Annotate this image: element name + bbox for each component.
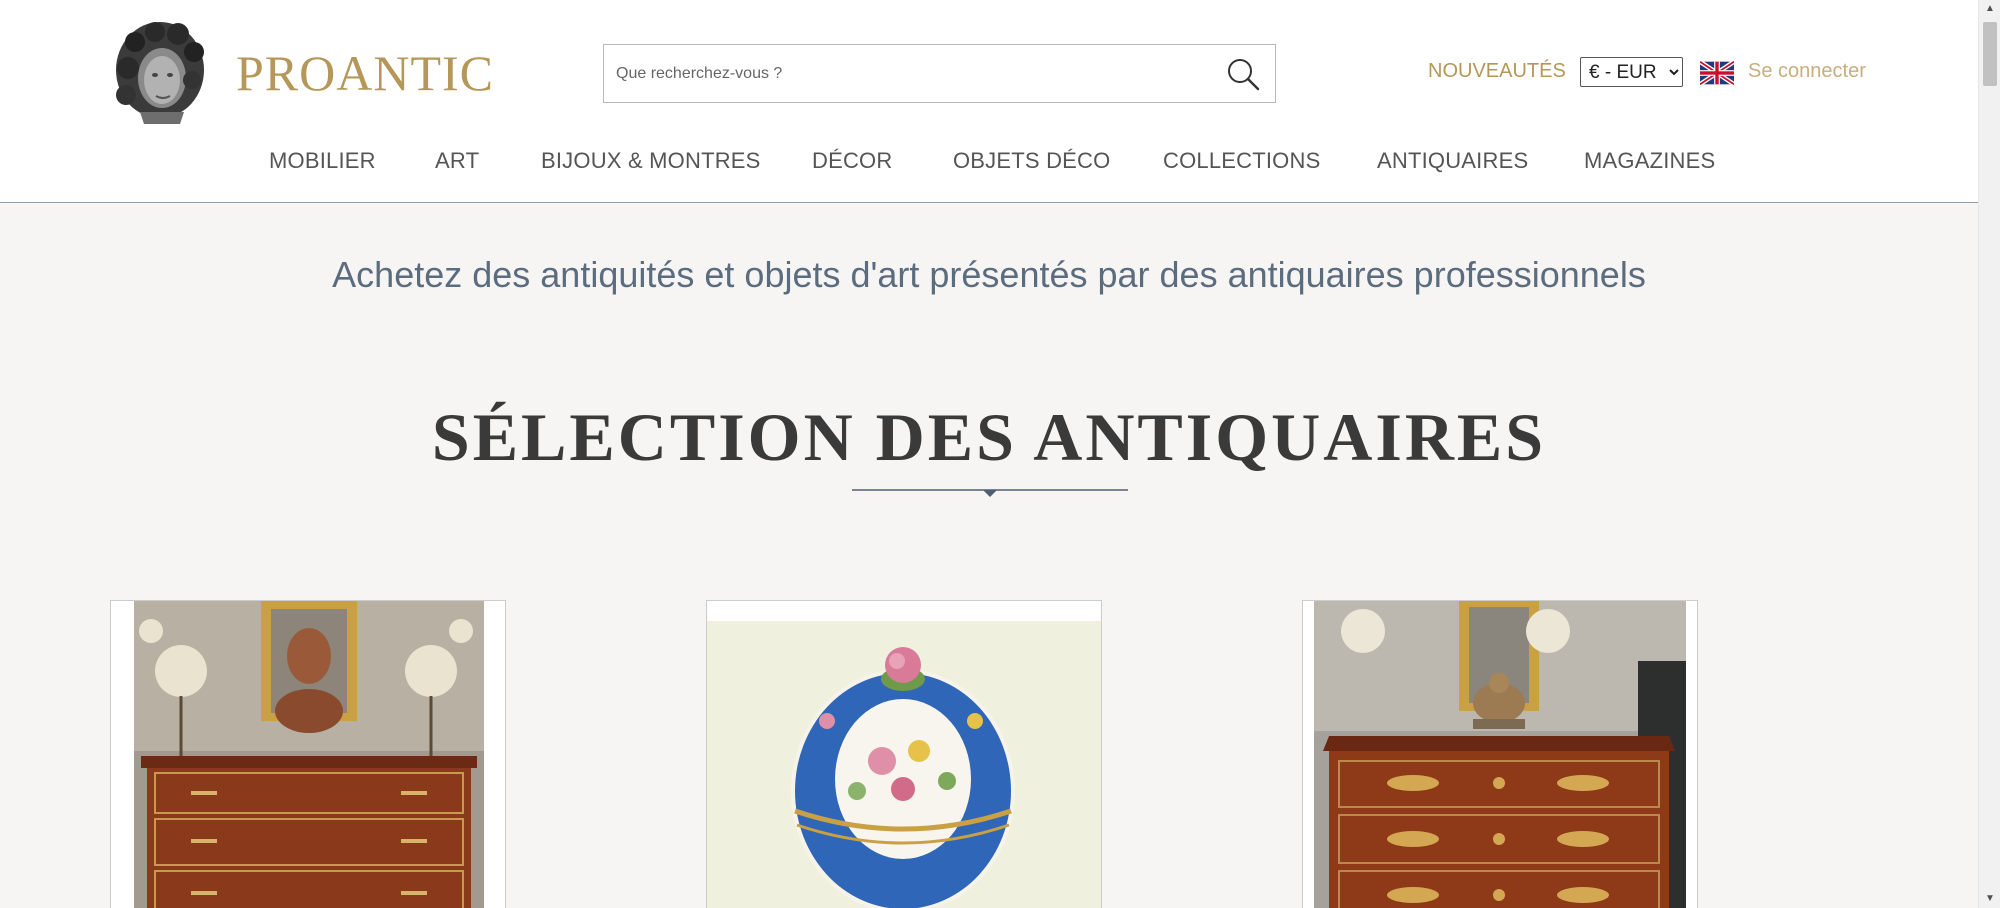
nav-item-collections[interactable]: COLLECTIONS [1163, 148, 1320, 174]
product-card[interactable] [706, 600, 1102, 908]
scroll-down-icon[interactable]: ▼ [1979, 890, 2000, 908]
scroll-up-icon[interactable]: ▲ [1979, 0, 2000, 18]
page-scrollbar[interactable]: ▲ ▼ [1978, 0, 2000, 908]
main-nav: MOBILIER ART BIJOUX & MONTRES DÉCOR OBJE… [0, 148, 1978, 178]
scroll-thumb[interactable] [1983, 22, 1997, 86]
currency-select[interactable]: € - EUR [1580, 57, 1683, 87]
product-image [111, 601, 505, 908]
nav-item-objets-deco[interactable]: OBJETS DÉCO [953, 148, 1110, 174]
brand-logo[interactable]: PROANTIC [110, 20, 494, 125]
bust-logo-icon [116, 22, 204, 124]
nav-item-decor[interactable]: DÉCOR [812, 148, 892, 174]
product-card[interactable] [110, 600, 506, 908]
product-image [1303, 601, 1697, 908]
nav-item-art[interactable]: ART [435, 148, 479, 174]
search-bar [603, 44, 1276, 103]
uk-flag-icon[interactable] [1700, 61, 1734, 85]
search-icon[interactable] [1225, 56, 1261, 92]
nav-item-magazines[interactable]: MAGAZINES [1584, 148, 1715, 174]
section-title: SÉLECTION DES ANTIQUAIRES [431, 399, 1547, 475]
nav-item-bijoux-montres[interactable]: BIJOUX & MONTRES [541, 148, 761, 174]
nouveautes-link[interactable]: NOUVEAUTÉS [1428, 60, 1566, 83]
site-header: PROANTIC NOUVEAUTÉS € - EUR Se connecter… [0, 0, 1978, 203]
nav-item-mobilier[interactable]: MOBILIER [269, 148, 376, 174]
search-input[interactable] [604, 45, 1204, 102]
brand-name: PROANTIC [236, 44, 495, 101]
login-link[interactable]: Se connecter [1748, 60, 1866, 83]
section-divider [852, 489, 1128, 497]
nav-item-antiquaires[interactable]: ANTIQUAIRES [1377, 148, 1528, 174]
product-card[interactable] [1302, 600, 1698, 908]
product-image [707, 601, 1101, 908]
page-tagline: Achetez des antiquités et objets d'art p… [332, 254, 1646, 295]
